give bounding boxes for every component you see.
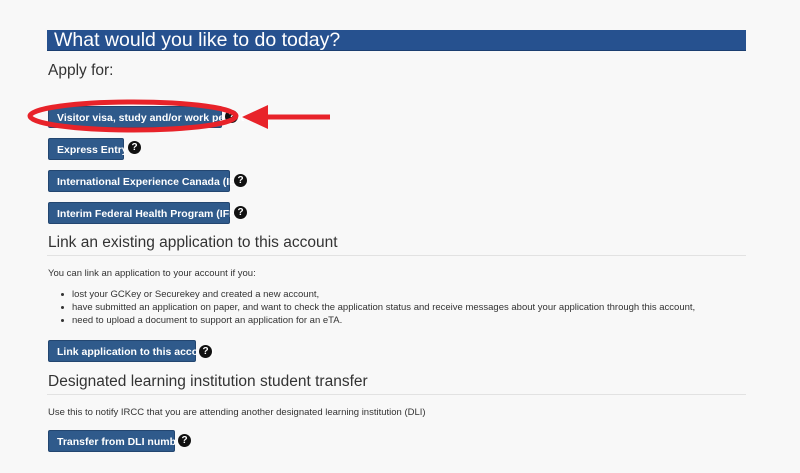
question-circle-icon[interactable]: ?: [234, 206, 247, 219]
list-item: need to upload a document to support an …: [58, 314, 695, 327]
list-item: lost your GCKey or Securekey and created…: [58, 288, 695, 301]
express-entry-button[interactable]: Express Entry: [48, 138, 128, 160]
pointer-arrow-head: [242, 105, 268, 129]
ifhp-button[interactable]: Interim Federal Health Program (IFHP): [48, 202, 247, 224]
dli-intro-text: Use this to notify IRCC that you are att…: [48, 407, 426, 418]
apply-heading: Apply for:: [48, 62, 114, 79]
visitor-visa-button[interactable]: Visitor visa, study and/or work permit: [48, 106, 244, 128]
link-application-button[interactable]: Link application to this account: [48, 340, 215, 362]
question-circle-icon[interactable]: ?: [128, 141, 141, 154]
link-intro-text: You can link an application to your acco…: [48, 268, 256, 279]
iec-button[interactable]: International Experience Canada (IEC): [48, 170, 247, 192]
question-circle-icon[interactable]: ?: [199, 345, 212, 358]
question-circle-icon[interactable]: ?: [178, 434, 191, 447]
question-circle-icon[interactable]: ?: [225, 110, 238, 123]
question-circle-icon[interactable]: ?: [234, 174, 247, 187]
section-divider: [47, 255, 746, 256]
list-item: have submitted an application on paper, …: [58, 301, 695, 314]
link-reasons-list: lost your GCKey or Securekey and created…: [58, 288, 695, 327]
transfer-dli-button[interactable]: Transfer from DLI number: [48, 430, 186, 452]
link-heading: Link an existing application to this acc…: [48, 234, 338, 251]
page-title: What would you like to do today?: [54, 29, 341, 51]
page-header-bar: What would you like to do today?: [47, 29, 746, 51]
section-divider: [47, 394, 746, 395]
dli-heading: Designated learning institution student …: [48, 373, 368, 390]
